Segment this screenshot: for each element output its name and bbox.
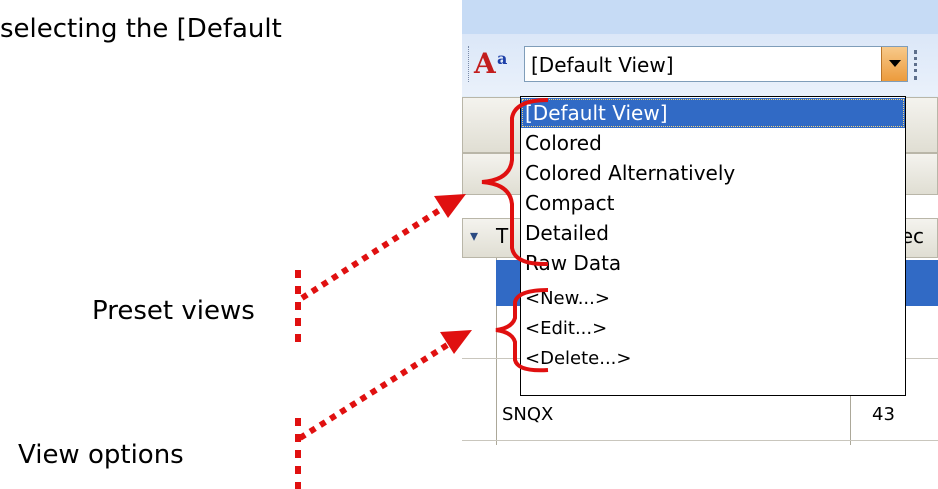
view-options-brace — [495, 288, 549, 373]
arrow-head-icon — [434, 194, 466, 218]
preset-views-arrow — [300, 203, 448, 301]
view-options-arrow — [298, 339, 454, 441]
preset-views-brace — [481, 98, 549, 267]
arrow-head-icon — [440, 330, 472, 354]
annotation-overlay — [295, 98, 549, 489]
